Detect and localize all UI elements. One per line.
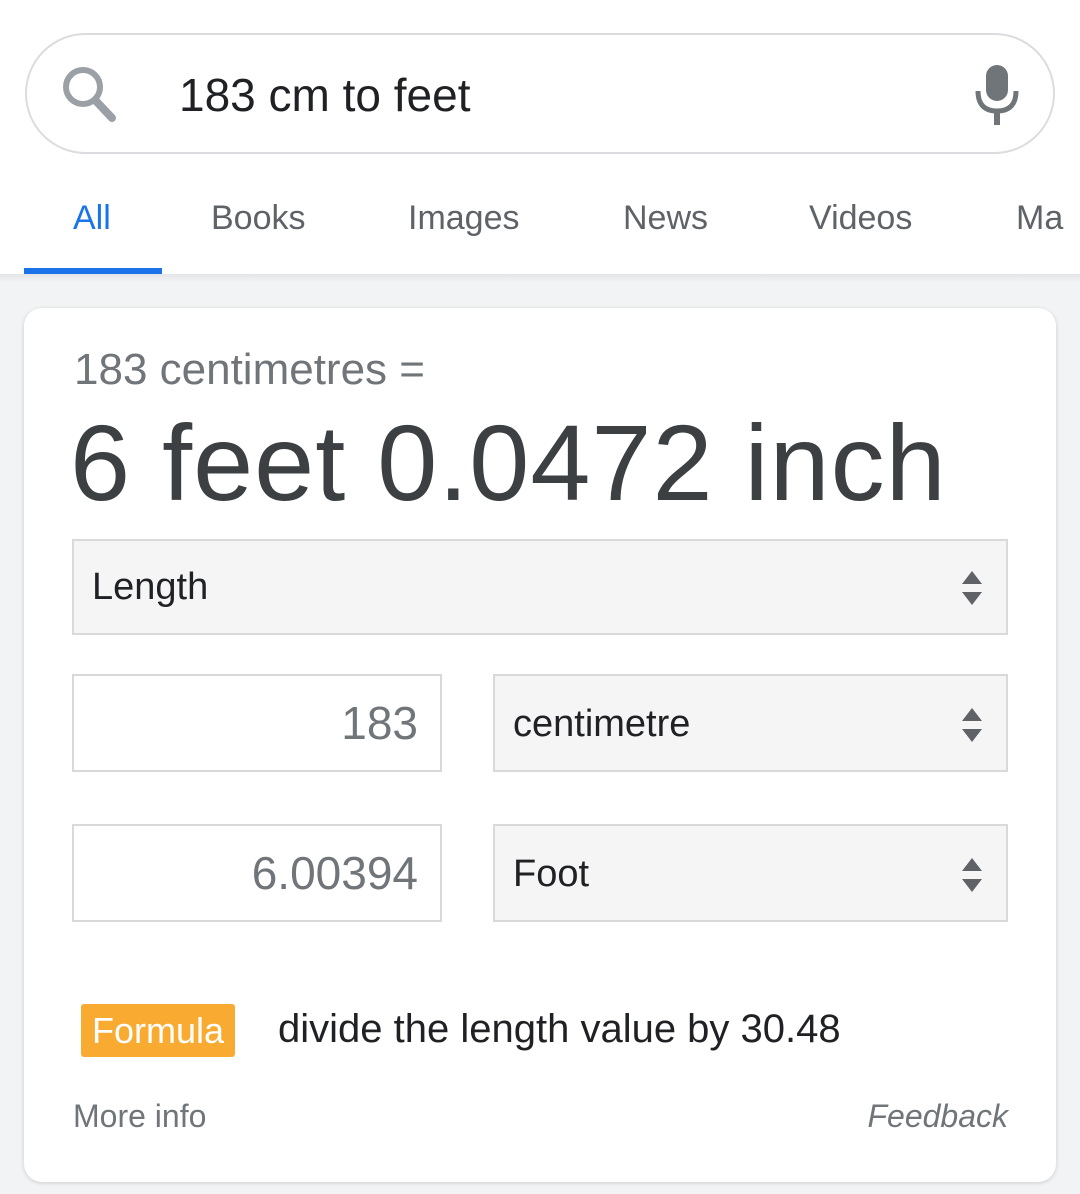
to-value-input[interactable]: 6.00394 [72, 824, 442, 922]
feedback-link[interactable]: Feedback [867, 1096, 1008, 1136]
formula-badge: Formula [81, 1004, 236, 1057]
search-results-page: 183 cm to feet All Books Images News Vid… [0, 0, 1080, 1194]
unit-converter-card: 183 centimetres = 6 feet 0.0472 inch Len… [24, 308, 1056, 1182]
conversion-equation: 183 centimetres = [74, 345, 425, 394]
tab-news[interactable]: News [623, 198, 708, 238]
search-icon[interactable] [59, 63, 119, 125]
to-unit-value: Foot [513, 853, 590, 895]
from-unit-select[interactable]: centimetre [493, 674, 1008, 772]
unit-type-value: Length [92, 566, 209, 608]
tab-images[interactable]: Images [408, 198, 520, 238]
select-arrows-icon [962, 708, 982, 742]
header: 183 cm to feet All Books Images News Vid… [0, 0, 1080, 274]
from-unit-value: centimetre [513, 703, 691, 745]
from-value-input[interactable]: 183 [72, 674, 442, 772]
search-box[interactable]: 183 cm to feet [25, 33, 1055, 154]
tab-books[interactable]: Books [211, 198, 306, 238]
tab-maps[interactable]: Ma [1016, 198, 1063, 238]
tab-videos[interactable]: Videos [809, 198, 912, 238]
select-arrows-icon [962, 858, 982, 892]
search-tabs: All Books Images News Videos Ma [0, 180, 1080, 274]
tab-all[interactable]: All [73, 198, 111, 238]
unit-type-select[interactable]: Length [72, 539, 1008, 635]
more-info-link[interactable]: More info [73, 1096, 206, 1136]
select-arrows-icon [962, 571, 982, 605]
search-input[interactable]: 183 cm to feet [179, 65, 471, 125]
conversion-result: 6 feet 0.0472 inch [70, 402, 947, 523]
to-unit-select[interactable]: Foot [493, 824, 1008, 922]
microphone-icon[interactable] [971, 63, 1023, 127]
formula-text: divide the length value by 30.48 [278, 1007, 841, 1051]
header-shadow [0, 274, 1080, 282]
